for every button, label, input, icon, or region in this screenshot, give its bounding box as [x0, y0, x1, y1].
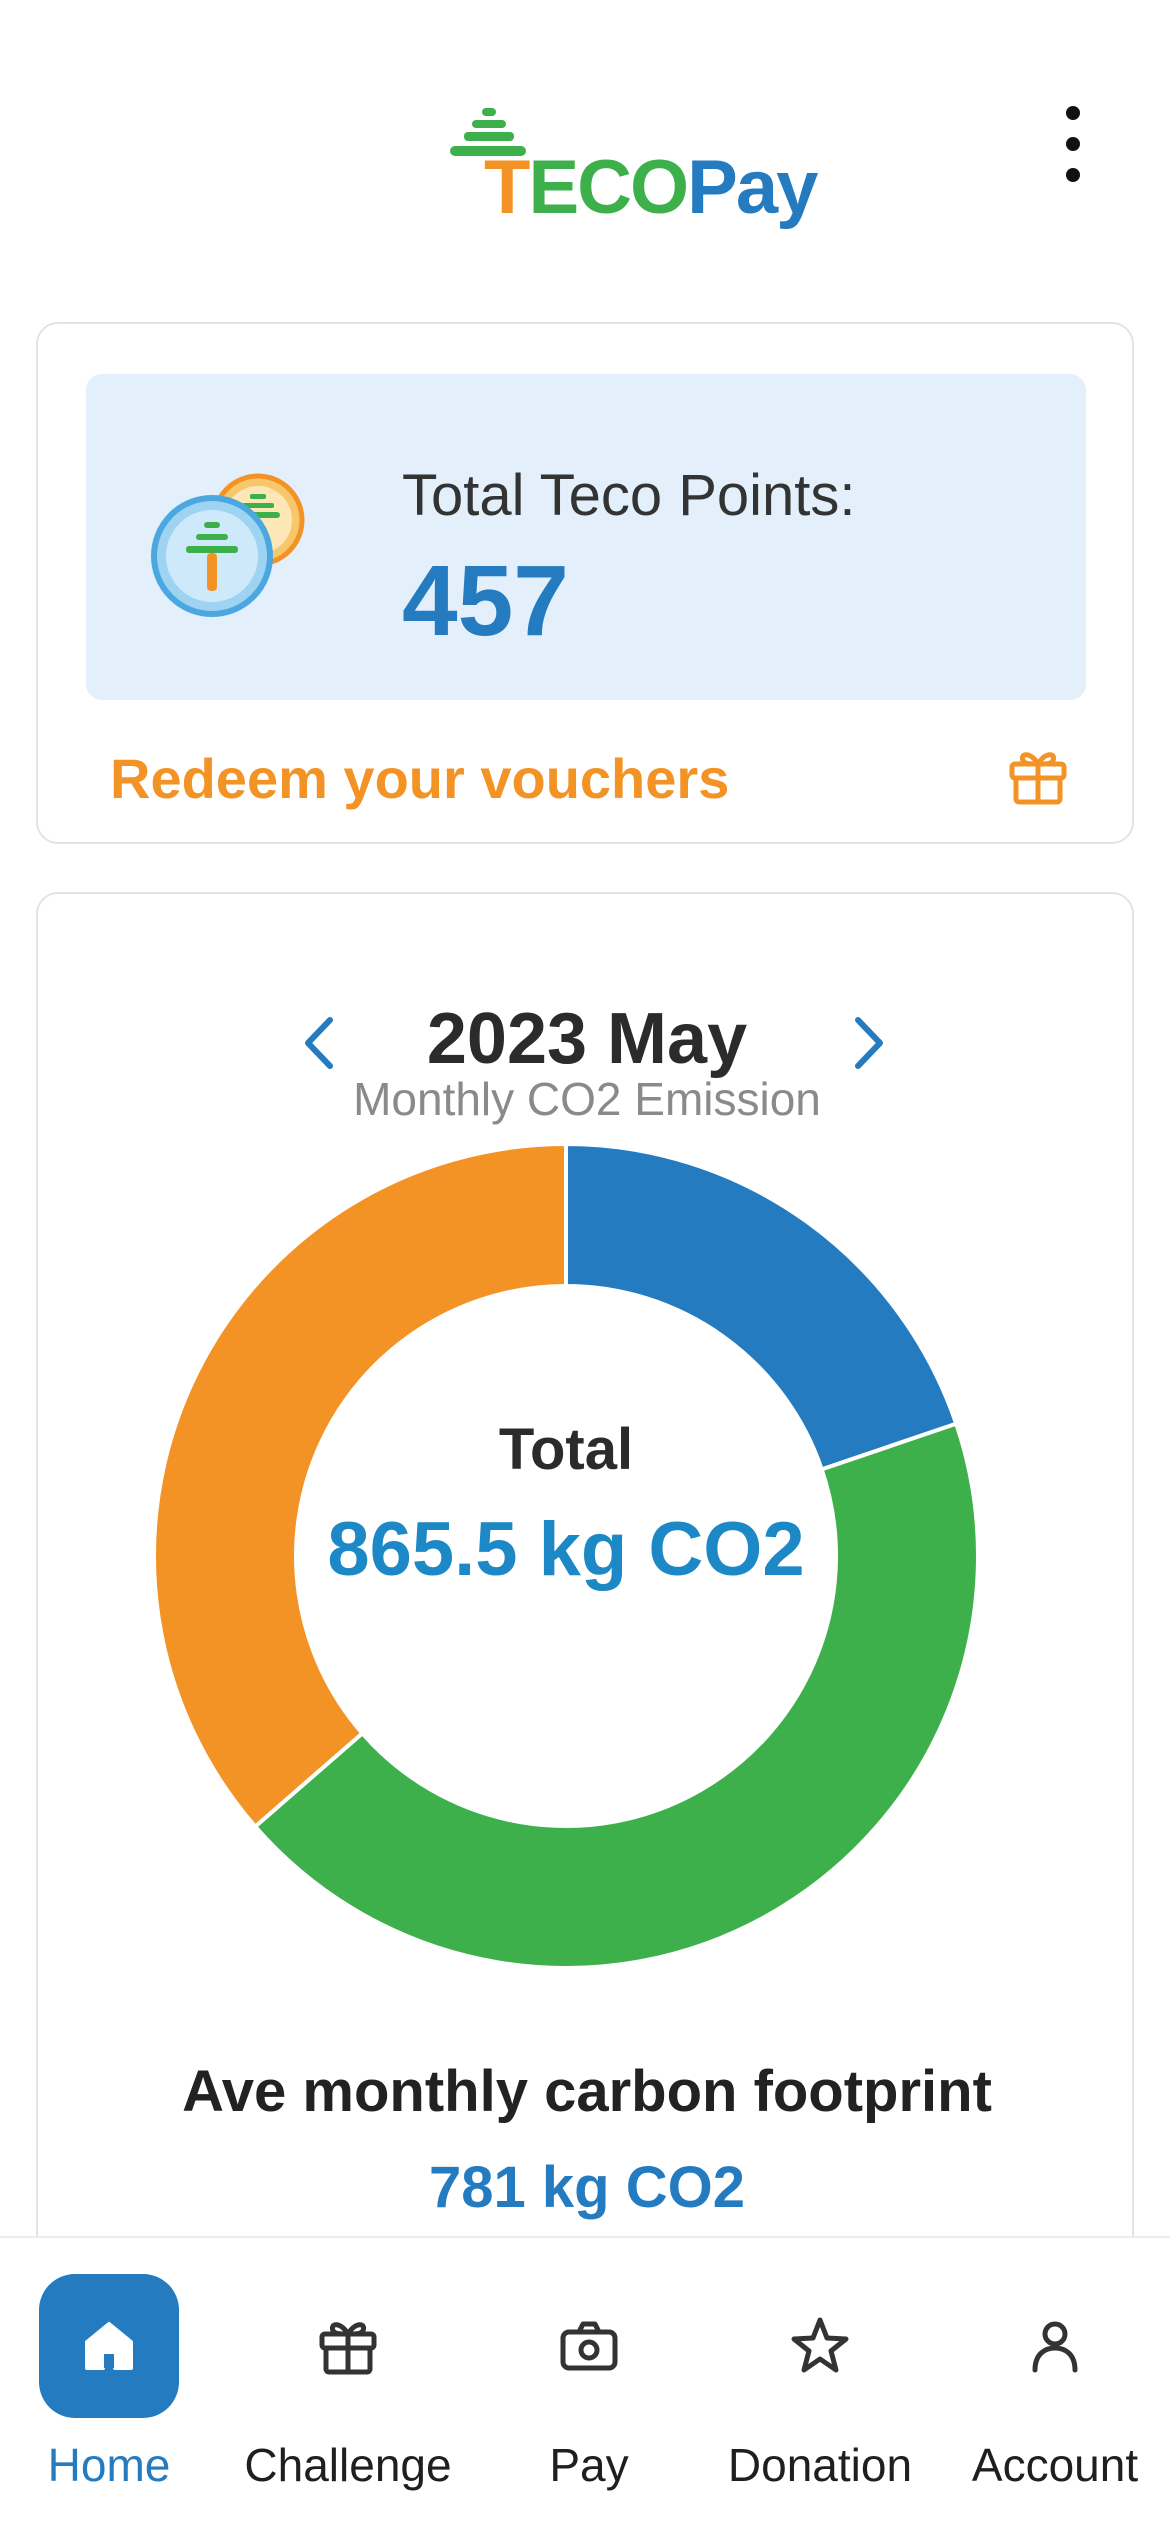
- nav-label: Donation: [727, 2439, 913, 2491]
- menu-dot: [1066, 137, 1080, 151]
- menu-dot: [1066, 106, 1080, 120]
- nav-label: Home: [47, 2439, 171, 2491]
- nav-donation-icon-wrap: [750, 2274, 890, 2418]
- redeem-vouchers-row[interactable]: Redeem your vouchers: [110, 734, 1070, 814]
- camera-icon: [560, 2321, 618, 2371]
- total-value: 865.5 kg CO2: [327, 1507, 805, 1592]
- emission-donut-chart: Total 865.5 kg CO2: [136, 1126, 996, 1986]
- nav-label: Pay: [549, 2439, 629, 2491]
- points-label: Total Teco Points:: [402, 463, 856, 528]
- points-value: 457: [402, 545, 569, 657]
- nav-account-icon-wrap: [985, 2274, 1125, 2418]
- nav-challenge[interactable]: Challenge: [228, 2238, 468, 2532]
- nav-pay[interactable]: Pay: [494, 2238, 684, 2532]
- nav-home-icon-wrap: [39, 2274, 179, 2418]
- teco-coins-icon: [151, 473, 305, 617]
- points-card: Total Teco Points: 457 Redeem your vouch…: [36, 322, 1134, 844]
- more-vertical-icon[interactable]: [1050, 106, 1096, 182]
- tecopay-logo: TECOPay: [448, 104, 818, 234]
- nav-label: Account: [971, 2439, 1139, 2491]
- average-footprint-label: Ave monthly carbon footprint: [182, 2059, 992, 2124]
- logo-pay: Pay: [687, 145, 818, 230]
- gift-icon[interactable]: [1006, 744, 1070, 808]
- logo-t: T: [484, 145, 530, 230]
- nav-home[interactable]: Home: [14, 2238, 204, 2532]
- chart-subtitle: Monthly CO2 Emission: [353, 1073, 821, 1125]
- nav-challenge-icon-wrap: [278, 2274, 418, 2418]
- logo-wordmark: TECOPay: [484, 144, 818, 231]
- points-panel: Total Teco Points: 457: [86, 374, 1086, 700]
- redeem-vouchers-link[interactable]: Redeem your vouchers: [110, 746, 729, 811]
- average-footprint-value: 781 kg CO2: [429, 2155, 745, 2220]
- nav-label: Challenge: [244, 2439, 452, 2491]
- nav-donation[interactable]: Donation: [710, 2238, 930, 2532]
- menu-dot: [1066, 168, 1080, 182]
- app-header: TECOPay: [0, 0, 1170, 290]
- chevron-right-icon[interactable]: [838, 1008, 898, 1078]
- user-icon: [1032, 2321, 1078, 2373]
- logo-eco: ECO: [528, 145, 689, 230]
- nav-account[interactable]: Account: [944, 2238, 1166, 2532]
- nav-pay-icon-wrap: [519, 2274, 659, 2418]
- gift-icon: [319, 2322, 377, 2375]
- star-icon: [791, 2317, 849, 2373]
- total-label: Total: [498, 1417, 634, 1482]
- donut-slice-2[interactable]: [152, 1141, 568, 1830]
- month-label: 2023 May: [426, 999, 748, 1079]
- home-icon: [85, 2322, 133, 2370]
- bottom-navigation: Home Challenge Pay Donation Account: [0, 2236, 1170, 2532]
